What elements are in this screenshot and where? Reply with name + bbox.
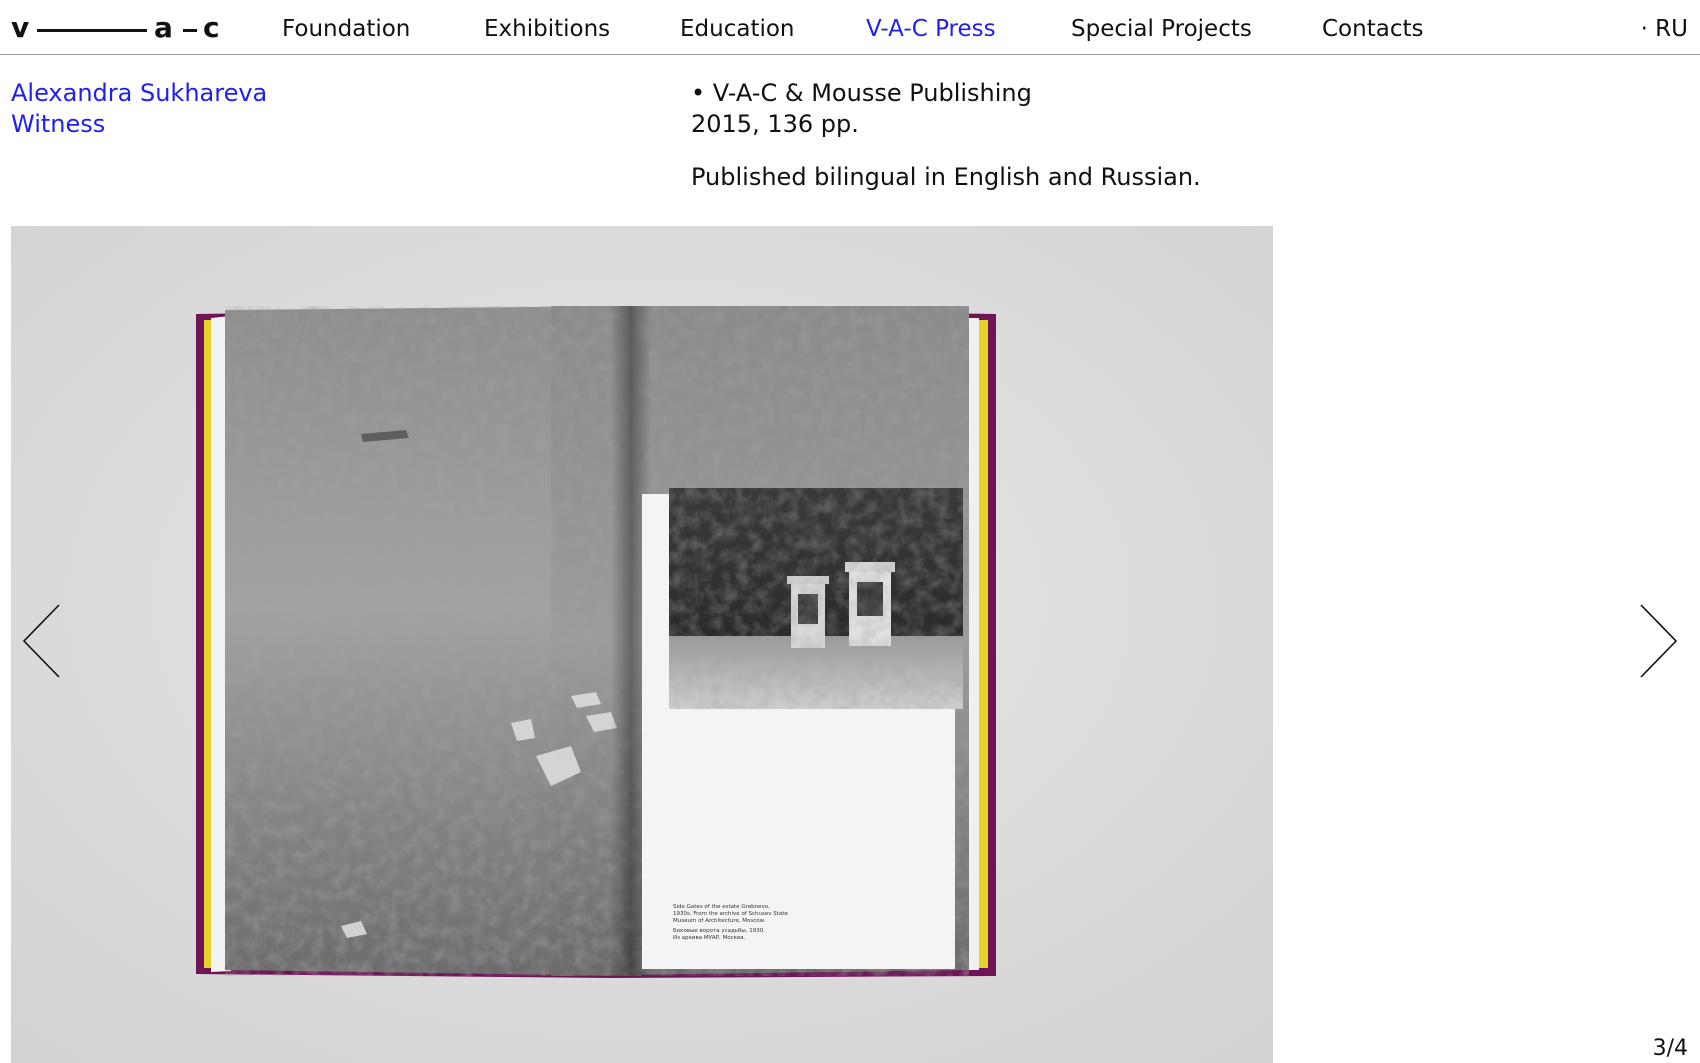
logo-dash <box>183 29 197 32</box>
photo-caption-line: 1930s. From the archive of Schusev State <box>673 911 788 917</box>
next-slide-button[interactable] <box>1638 603 1678 679</box>
nav-special-projects[interactable]: Special Projects <box>1071 15 1252 43</box>
description-text: Published bilingual in English and Russi… <box>691 163 1201 191</box>
chevron-left-icon <box>22 604 60 678</box>
logo-line <box>37 29 147 32</box>
photo-caption-line: Museum of Architecture, Moscow. <box>673 918 766 924</box>
slide-counter: 3/4 <box>1652 1036 1688 1061</box>
nav-education[interactable]: Education <box>680 15 795 43</box>
previous-slide-button[interactable] <box>22 603 62 679</box>
photo-caption-line: Из архива МУАР, Москва. <box>673 935 746 941</box>
logo-letter-v: v <box>11 11 30 44</box>
publisher-text: • V-A-C & Mousse Publishing <box>691 79 1032 107</box>
book-spread-photo: Side Gates of the estate Grebnevo, 1930s… <box>11 226 1273 1063</box>
nav-foundation[interactable]: Foundation <box>282 15 410 43</box>
top-navigation-bar: v a c Foundation Exhibitions Education V… <box>0 0 1700 55</box>
logo-letter-c: c <box>203 11 220 44</box>
book-title-link[interactable]: Witness <box>11 109 105 139</box>
language-switch-ru[interactable]: · RU <box>1641 15 1688 43</box>
year-pages-text: 2015, 136 pp. <box>691 110 859 138</box>
vac-logo[interactable]: v a c <box>11 11 220 44</box>
nav-contacts[interactable]: Contacts <box>1322 15 1423 43</box>
photo-caption-line: Side Gates of the estate Grebnevo, <box>673 904 770 910</box>
nav-vac-press[interactable]: V-A-C Press <box>866 15 996 43</box>
nav-exhibitions[interactable]: Exhibitions <box>484 15 610 43</box>
logo-letter-a: a <box>154 11 173 44</box>
photo-caption-line: Боковые ворота усадьбы, 1930. <box>673 928 765 934</box>
author-link[interactable]: Alexandra Sukhareva <box>11 78 267 108</box>
chevron-right-icon <box>1640 604 1678 678</box>
